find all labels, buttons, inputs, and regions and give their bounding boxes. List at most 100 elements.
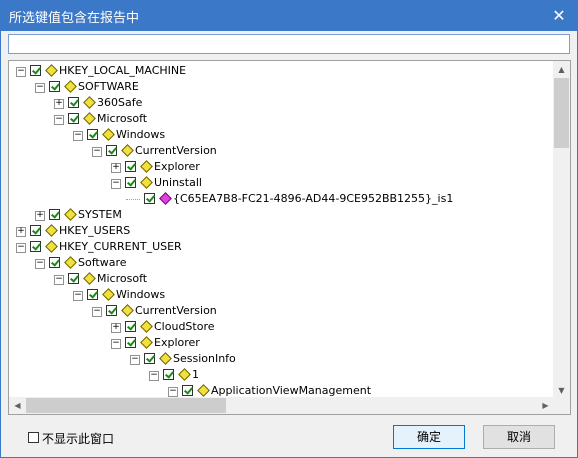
collapse-icon[interactable]: − xyxy=(149,371,159,381)
expand-icon[interactable]: + xyxy=(35,211,45,221)
tree-node-label: CurrentVersion xyxy=(135,144,217,157)
registry-key-icon xyxy=(83,272,96,285)
expand-icon[interactable]: + xyxy=(111,323,121,333)
node-checkbox[interactable] xyxy=(87,129,98,140)
tree-node[interactable]: − Windows xyxy=(9,127,549,143)
expand-icon[interactable]: + xyxy=(16,227,26,237)
collapse-icon[interactable]: − xyxy=(168,387,178,397)
registry-key-icon xyxy=(64,80,77,93)
tree-node[interactable]: − CurrentVersion xyxy=(9,143,549,159)
collapse-icon[interactable]: − xyxy=(35,83,45,93)
node-checkbox[interactable] xyxy=(87,289,98,300)
ok-button[interactable]: 确定 xyxy=(393,425,465,449)
horizontal-scrollbar[interactable]: ◀ ▶ xyxy=(9,397,554,414)
node-checkbox[interactable] xyxy=(125,321,136,332)
registry-key-icon xyxy=(83,112,96,125)
tree-node-label: Windows xyxy=(116,128,166,141)
collapse-icon[interactable]: − xyxy=(111,179,121,189)
tree-node-label: SessionInfo xyxy=(173,352,236,365)
tree-node[interactable]: +360Safe xyxy=(9,95,549,111)
node-checkbox[interactable] xyxy=(68,113,79,124)
node-checkbox[interactable] xyxy=(125,161,136,172)
tree-node[interactable]: − HKEY_CURRENT_USER xyxy=(9,239,549,255)
scroll-up-icon[interactable]: ▲ xyxy=(553,61,570,78)
tree-node[interactable]: − Software xyxy=(9,255,549,271)
registry-key-icon xyxy=(45,240,58,253)
search-input[interactable] xyxy=(8,34,570,54)
registry-key-icon xyxy=(159,352,172,365)
scroll-corner xyxy=(553,397,570,414)
registry-key-selected-icon xyxy=(159,192,172,205)
horizontal-scroll-thumb[interactable] xyxy=(26,398,226,413)
tree-node[interactable]: − HKEY_LOCAL_MACHINE xyxy=(9,63,549,79)
node-checkbox[interactable] xyxy=(125,337,136,348)
tree-node[interactable]: {C65EA7B8-FC21-4896-AD44-9CE952BB1255}_i… xyxy=(9,191,549,207)
node-checkbox[interactable] xyxy=(30,65,41,76)
collapse-icon[interactable]: − xyxy=(54,115,64,125)
collapse-icon[interactable]: − xyxy=(16,243,26,253)
registry-key-icon xyxy=(45,224,58,237)
tree-node[interactable]: − Microsoft xyxy=(9,271,549,287)
collapse-icon[interactable]: − xyxy=(73,291,83,301)
tree-node[interactable]: − Explorer xyxy=(9,335,549,351)
dont-show-checkbox[interactable] xyxy=(28,432,39,443)
collapse-icon[interactable]: − xyxy=(73,131,83,141)
collapse-icon[interactable]: − xyxy=(92,307,102,317)
node-checkbox[interactable] xyxy=(30,225,41,236)
tree-node[interactable]: − Windows xyxy=(9,287,549,303)
node-checkbox[interactable] xyxy=(49,209,60,220)
tree-node[interactable]: − SessionInfo xyxy=(9,351,549,367)
cancel-button[interactable]: 取消 xyxy=(483,425,555,449)
title-bar: 所选键值包含在报告中 ✕ xyxy=(1,1,577,31)
tree-node[interactable]: + Explorer xyxy=(9,159,549,175)
node-checkbox[interactable] xyxy=(30,241,41,252)
tree-node[interactable]: − Uninstall xyxy=(9,175,549,191)
node-checkbox[interactable] xyxy=(49,81,60,92)
node-checkbox[interactable] xyxy=(49,257,60,268)
tree-node[interactable]: −1 xyxy=(9,367,549,383)
collapse-icon[interactable]: − xyxy=(111,339,121,349)
tree-node-label: SYSTEM xyxy=(78,208,122,221)
collapse-icon[interactable]: − xyxy=(35,259,45,269)
tree-node-label: Uninstall xyxy=(154,176,202,189)
expand-icon[interactable]: + xyxy=(111,163,121,173)
tree-node[interactable]: + CloudStore xyxy=(9,319,549,335)
node-checkbox[interactable] xyxy=(106,305,117,316)
tree-node[interactable]: − Microsoft xyxy=(9,111,549,127)
tree-node-label: {C65EA7B8-FC21-4896-AD44-9CE952BB1255}_i… xyxy=(173,192,454,205)
node-checkbox[interactable] xyxy=(68,97,79,108)
vertical-scroll-thumb[interactable] xyxy=(554,78,569,148)
dialog-window: 所选键值包含在报告中 ✕ − HKEY_LOCAL_MACHINE − SOFTWAR… xyxy=(0,0,578,458)
tree-node-label: SOFTWARE xyxy=(78,80,139,93)
tree-rows: − HKEY_LOCAL_MACHINE − SOFTWARE +360Safe − Mic… xyxy=(9,61,554,399)
node-checkbox[interactable] xyxy=(106,145,117,156)
registry-key-icon xyxy=(45,64,58,77)
node-checkbox[interactable] xyxy=(125,177,136,188)
tree-node[interactable]: − CurrentVersion xyxy=(9,303,549,319)
tree-node-label: Windows xyxy=(116,288,166,301)
tree-node[interactable]: + HKEY_USERS xyxy=(9,223,549,239)
registry-tree: − HKEY_LOCAL_MACHINE − SOFTWARE +360Safe − Mic… xyxy=(8,60,571,415)
collapse-icon[interactable]: − xyxy=(54,275,64,285)
tree-node-label: Software xyxy=(78,256,127,269)
node-checkbox[interactable] xyxy=(68,273,79,284)
node-checkbox[interactable] xyxy=(144,353,155,364)
tree-node[interactable]: − SOFTWARE xyxy=(9,79,549,95)
collapse-icon[interactable]: − xyxy=(92,147,102,157)
tree-connector xyxy=(126,199,140,200)
vertical-scrollbar[interactable]: ▲ ▼ xyxy=(553,61,570,399)
dont-show-label: 不显示此窗口 xyxy=(42,432,115,446)
registry-key-icon xyxy=(64,208,77,221)
collapse-icon[interactable]: − xyxy=(130,355,140,365)
node-checkbox[interactable] xyxy=(163,369,174,380)
scroll-right-icon[interactable]: ▶ xyxy=(537,397,554,414)
expand-icon[interactable]: + xyxy=(54,99,64,109)
tree-node-label: Explorer xyxy=(154,336,200,349)
node-checkbox[interactable] xyxy=(182,385,193,396)
node-checkbox[interactable] xyxy=(144,193,155,204)
collapse-icon[interactable]: − xyxy=(16,67,26,77)
tree-node-label: ApplicationViewManagement xyxy=(211,384,372,397)
close-icon[interactable]: ✕ xyxy=(545,3,573,29)
scroll-left-icon[interactable]: ◀ xyxy=(9,397,26,414)
tree-node[interactable]: + SYSTEM xyxy=(9,207,549,223)
